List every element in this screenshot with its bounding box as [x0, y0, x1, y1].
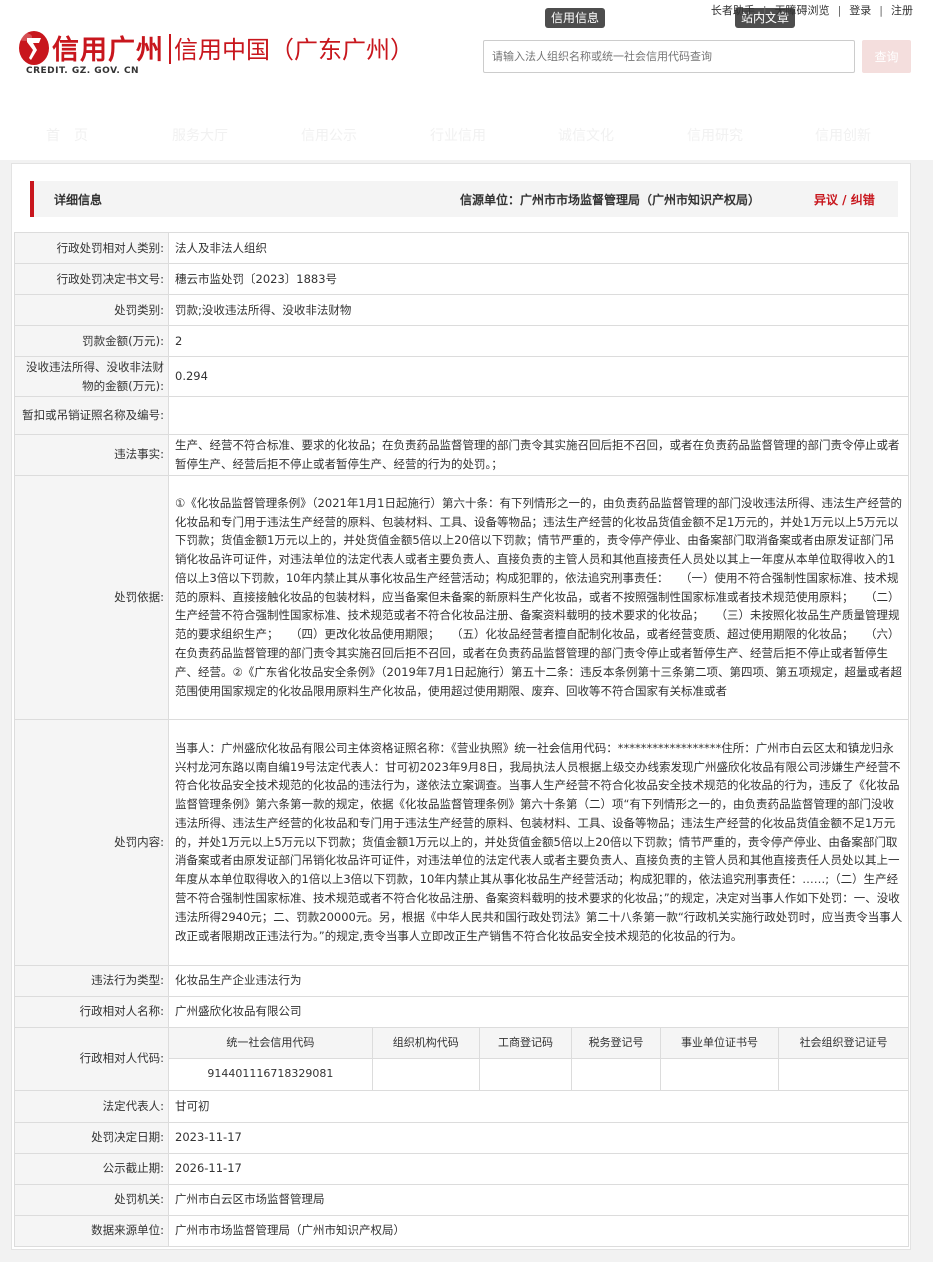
field-value: 2	[168, 325, 909, 357]
field-label: 处罚类别:	[14, 294, 169, 326]
table-row: 处罚内容: 当事人：广州盛欣化妆品有限公司主体资格证照名称：《营业执照》统一社会…	[14, 718, 909, 966]
nav-integrity-culture[interactable]: 诚信文化	[558, 125, 614, 145]
code-header: 税务登记号	[571, 1027, 661, 1060]
detail-panel: 详细信息 信源单位：广州市市场监督管理局（广州市知识产权局） 异议 / 纠错 行…	[11, 163, 911, 1250]
top-links: 长者助手 | 无障碍浏览 | 登录 | 注册	[711, 2, 913, 18]
nav-service-hall[interactable]: 服务大厅	[172, 125, 228, 145]
field-label: 行政处罚相对人类别:	[14, 232, 169, 264]
field-value: 2023-11-17	[168, 1121, 909, 1154]
field-label: 违法行为类型:	[14, 964, 169, 997]
code-header: 事业单位证书号	[659, 1027, 780, 1060]
detail-table: 行政处罚相对人类别: 法人及非法人组织 行政处罚决定书文号: 穗云市监处罚〔20…	[14, 232, 909, 1247]
site-logo[interactable]: 信用广州 信用中国（广东广州） CREDIT. GZ. GOV. CN	[16, 24, 414, 80]
code-value	[571, 1058, 661, 1090]
login-link[interactable]: 登录	[849, 4, 871, 17]
info-source: 信源单位：广州市市场监督管理局（广州市知识产权局）	[460, 193, 761, 207]
nav-industry-credit[interactable]: 行业信用	[430, 125, 486, 145]
table-row: 公示截止期: 2026-11-17	[14, 1152, 909, 1185]
code-value: 914401116718329081	[169, 1058, 373, 1090]
objection-link[interactable]: 异议 / 纠错	[814, 191, 875, 208]
field-value: 2026-11-17	[168, 1152, 909, 1185]
table-row: 数据来源单位: 广州市市场监督管理局（广州市知识产权局）	[14, 1214, 909, 1247]
elder-assist-link[interactable]: 长者助手	[711, 4, 755, 17]
code-table: 统一社会信用代码 组织机构代码 工商登记码 税务登记号 事业单位证书号 社会组织…	[169, 1027, 908, 1090]
field-label: 数据来源单位:	[14, 1214, 169, 1247]
field-label: 暂扣或吊销证照名称及编号:	[14, 396, 169, 435]
table-row: 处罚类别: 罚款;没收违法所得、没收非法财物	[14, 294, 909, 326]
code-value	[659, 1058, 780, 1090]
code-header: 组织机构代码	[371, 1027, 480, 1060]
field-value: 0.294	[168, 356, 909, 397]
code-header-row: 统一社会信用代码 组织机构代码 工商登记码 税务登记号 事业单位证书号 社会组织…	[169, 1027, 908, 1060]
field-value: 广州市白云区市场监督管理局	[168, 1183, 909, 1216]
field-value: 法人及非法人组织	[168, 232, 909, 264]
accessibility-link[interactable]: 无障碍浏览	[775, 4, 830, 17]
field-value: 罚款;没收违法所得、没收非法财物	[168, 294, 909, 326]
field-value: 生产、经营不符合标准、要求的化妆品；在负责药品监督管理的部门责令其实施召回后拒不…	[168, 434, 909, 476]
tab-credit-info[interactable]: 信用信息	[545, 8, 606, 28]
table-row: 行政相对人名称: 广州盛欣化妆品有限公司	[14, 995, 909, 1028]
search-button[interactable]: 查询	[862, 40, 911, 73]
field-value: ①《化妆品监督管理条例》（2021年1月1日起施行）第六十条：有下列情形之一的，…	[168, 474, 909, 720]
table-row: 处罚依据: ①《化妆品监督管理条例》（2021年1月1日起施行）第六十条：有下列…	[14, 474, 909, 720]
field-label: 处罚依据:	[14, 474, 169, 720]
field-label: 公示截止期:	[14, 1152, 169, 1185]
table-row: 法定代表人: 甘可初	[14, 1089, 909, 1123]
table-row: 处罚机关: 广州市白云区市场监督管理局	[14, 1183, 909, 1216]
nav-home[interactable]: 首 页	[46, 125, 88, 145]
field-label: 法定代表人:	[14, 1089, 169, 1123]
field-label: 处罚机关:	[14, 1183, 169, 1216]
table-row: 违法事实: 生产、经营不符合标准、要求的化妆品；在负责药品监督管理的部门责令其实…	[14, 434, 909, 476]
table-row: 违法行为类型: 化妆品生产企业违法行为	[14, 964, 909, 997]
field-value	[168, 396, 909, 435]
main-nav: 首 页 服务大厅 信用公示 行业信用 诚信文化 信用研究 信用创新	[0, 125, 933, 151]
code-value	[478, 1058, 573, 1090]
field-label: 处罚决定日期:	[14, 1121, 169, 1154]
code-header: 工商登记码	[478, 1027, 573, 1060]
detail-title-bar: 详细信息 信源单位：广州市市场监督管理局（广州市知识产权局） 异议 / 纠错	[30, 181, 898, 217]
detail-title: 详细信息	[54, 193, 103, 207]
divider: |	[762, 4, 767, 17]
logo-subtitle: 信用中国（广东广州）	[174, 36, 414, 64]
code-value	[371, 1058, 480, 1090]
field-value: 广州市市场监督管理局（广州市知识产权局）	[168, 1214, 909, 1247]
field-label: 行政相对人名称:	[14, 995, 169, 1028]
field-label: 违法事实:	[14, 434, 169, 476]
code-value	[778, 1058, 908, 1090]
code-value-row: 914401116718329081	[169, 1058, 908, 1090]
field-value: 甘可初	[168, 1089, 909, 1123]
field-value: 穗云市监处罚〔2023〕1883号	[168, 263, 909, 295]
table-row: 暂扣或吊销证照名称及编号:	[14, 396, 909, 435]
search-input[interactable]	[483, 40, 855, 73]
divider: |	[837, 4, 842, 17]
table-row: 行政处罚决定书文号: 穗云市监处罚〔2023〕1883号	[14, 263, 909, 295]
nav-credit-innovation[interactable]: 信用创新	[815, 125, 871, 145]
field-value: 当事人：广州盛欣化妆品有限公司主体资格证照名称：《营业执照》统一社会信用代码：*…	[168, 718, 909, 966]
register-link[interactable]: 注册	[891, 4, 913, 17]
code-table-cell: 统一社会信用代码 组织机构代码 工商登记码 税务登记号 事业单位证书号 社会组织…	[168, 1026, 909, 1091]
field-label: 行政相对人代码:	[14, 1026, 169, 1091]
table-row: 行政相对人代码: 统一社会信用代码 组织机构代码 工商登记码 税务登记号 事业单…	[14, 1026, 909, 1091]
field-label: 处罚内容:	[14, 718, 169, 966]
code-header: 统一社会信用代码	[169, 1027, 373, 1060]
divider: |	[879, 4, 883, 17]
field-label: 行政处罚决定书文号:	[14, 263, 169, 295]
table-row: 行政处罚相对人类别: 法人及非法人组织	[14, 232, 909, 264]
nav-credit-research[interactable]: 信用研究	[687, 125, 743, 145]
logo-mark-icon	[18, 31, 49, 65]
field-label: 罚款金额(万元):	[14, 325, 169, 357]
table-row: 罚款金额(万元): 2	[14, 325, 909, 357]
logo-name: 信用广州	[52, 35, 164, 66]
logo-divider	[169, 34, 171, 64]
nav-credit-publicity[interactable]: 信用公示	[301, 125, 357, 145]
logo-domain: CREDIT. GZ. GOV. CN	[26, 66, 140, 76]
code-header: 社会组织登记证号	[778, 1027, 908, 1060]
field-value: 广州盛欣化妆品有限公司	[168, 995, 909, 1028]
table-row: 处罚决定日期: 2023-11-17	[14, 1121, 909, 1154]
field-value: 化妆品生产企业违法行为	[168, 964, 909, 997]
field-label: 没收违法所得、没收非法财物的金额(万元):	[14, 356, 169, 397]
table-row: 没收违法所得、没收非法财物的金额(万元): 0.294	[14, 356, 909, 397]
site-header: 信用广州 信用中国（广东广州） CREDIT. GZ. GOV. CN 信用信息…	[0, 0, 933, 160]
